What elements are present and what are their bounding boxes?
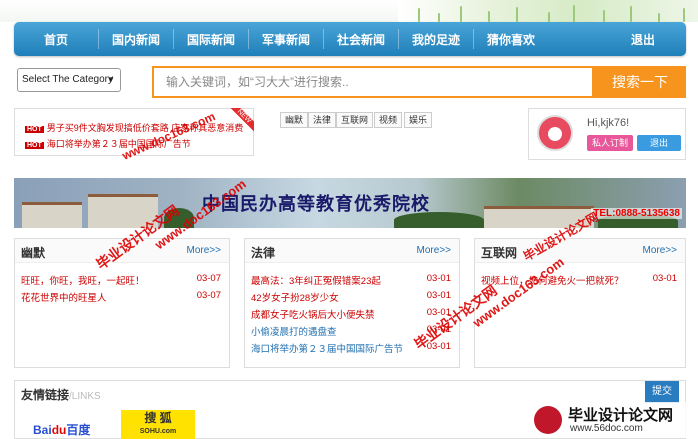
hot-news-text: 男子买9件文胸发现搞低价套路 店家称其恶意消费 <box>46 123 244 133</box>
nav-home[interactable]: 首页 <box>14 31 98 48</box>
links-subtitle: /LINKS <box>69 391 101 402</box>
search-bar: Select The Category ▼ 输入关键词，如“习大大”进行搜索..… <box>14 66 686 98</box>
links-heading: 友情链接/LINKS <box>21 386 101 403</box>
new-ribbon: NEW <box>226 108 254 136</box>
box-header: 法律 More>> <box>245 239 459 263</box>
sohu-text: 搜 狐 <box>144 411 172 425</box>
tag-entertainment[interactable]: 娱乐 <box>404 112 433 128</box>
site-logo: 毕业设计论文网 www.56doc.com <box>530 402 696 438</box>
nav-my-footprints[interactable]: 我的足迹 <box>399 31 473 48</box>
list-date: 03-01 <box>652 273 677 284</box>
user-greeting: Hi,kjk76! <box>587 117 630 129</box>
building-image <box>22 202 82 228</box>
sohu-link[interactable]: 搜 狐 SOHU.com <box>121 410 195 439</box>
list-item[interactable]: 旺旺，你旺，我旺，一起旺！ <box>21 273 145 287</box>
list-date: 03-01 <box>426 290 451 301</box>
baidu-red-text: du <box>51 423 67 437</box>
box-title: 幽默 <box>21 246 46 260</box>
list-date: 03-07 <box>196 290 221 301</box>
hot-badge: HOT <box>25 142 44 149</box>
tag-law[interactable]: 法律 <box>308 112 337 128</box>
nav-logout[interactable]: 退出 <box>612 31 674 48</box>
tag-humor[interactable]: 幽默 <box>280 112 309 128</box>
submit-button[interactable]: 提交 <box>645 381 679 403</box>
nav-social-news[interactable]: 社会新闻 <box>324 31 398 48</box>
avatar <box>537 115 573 151</box>
baidu-text: Bai <box>33 423 52 437</box>
more-link[interactable]: More>> <box>187 245 221 256</box>
new-label: NEW <box>226 108 254 135</box>
grass-decoration <box>398 0 698 22</box>
category-select-value: Select The Category <box>22 74 113 85</box>
nav-domestic-news[interactable]: 国内新闻 <box>99 31 173 48</box>
subscribe-button[interactable]: 私人订制 <box>587 135 633 151</box>
more-link[interactable]: More>> <box>417 245 451 256</box>
baidu-cn-text: 百度 <box>66 423 91 437</box>
links-title: 友情链接 <box>21 388 70 402</box>
list-item[interactable]: 42岁女子扮28岁少女 <box>251 290 339 304</box>
nav-military-news[interactable]: 军事新闻 <box>249 31 323 48</box>
list-date: 03-01 <box>426 273 451 284</box>
nav-you-may-like[interactable]: 猜你喜欢 <box>474 31 548 48</box>
list-item[interactable]: 花花世界中的旺星人 <box>21 290 107 304</box>
top-decoration <box>0 0 698 22</box>
list-item[interactable]: 成都女子吃火锅后大小便失禁 <box>251 307 375 321</box>
baidu-link[interactable]: Baidu百度 <box>33 421 90 438</box>
list-item[interactable]: 小偷凌晨打的遇盘查 <box>251 324 337 338</box>
more-link[interactable]: More>> <box>643 245 677 256</box>
user-logout-button[interactable]: 退出 <box>637 135 681 151</box>
list-item[interactable]: 最高法：3年纠正冤假错案23起 <box>251 273 381 287</box>
logo-name: 毕业设计论文网 <box>568 407 674 424</box>
tag-internet[interactable]: 互联网 <box>336 112 374 128</box>
box-title: 互联网 <box>481 246 518 260</box>
main-nav: 首页 国内新闻 国际新闻 军事新闻 社会新闻 我的足迹 猜你喜欢 退出 <box>14 22 686 56</box>
logo-url: www.56doc.com <box>570 423 643 434</box>
search-button[interactable]: 搜索一下 <box>594 66 686 98</box>
user-panel: Hi,kjk76! 私人订制 退出 <box>528 108 686 160</box>
list-date: 03-07 <box>196 273 221 284</box>
chevron-down-icon: ▼ <box>107 75 115 84</box>
search-input[interactable]: 输入关键词，如“习大大”进行搜索.. <box>152 66 594 98</box>
list-item[interactable]: 海口将举办第２３届中国国际广告节 <box>251 341 403 355</box>
sohu-en-text: SOHU.com <box>139 428 177 435</box>
hot-badge: HOT <box>25 126 44 133</box>
box-header: 互联网 More>> <box>475 239 685 263</box>
box-title: 法律 <box>251 246 276 260</box>
tag-video[interactable]: 视频 <box>374 112 403 128</box>
category-select[interactable]: Select The Category ▼ <box>17 68 121 92</box>
banner-phone: TEL:0888-5135638 <box>591 208 682 219</box>
logo-icon <box>534 406 562 434</box>
nav-international-news[interactable]: 国际新闻 <box>174 31 248 48</box>
